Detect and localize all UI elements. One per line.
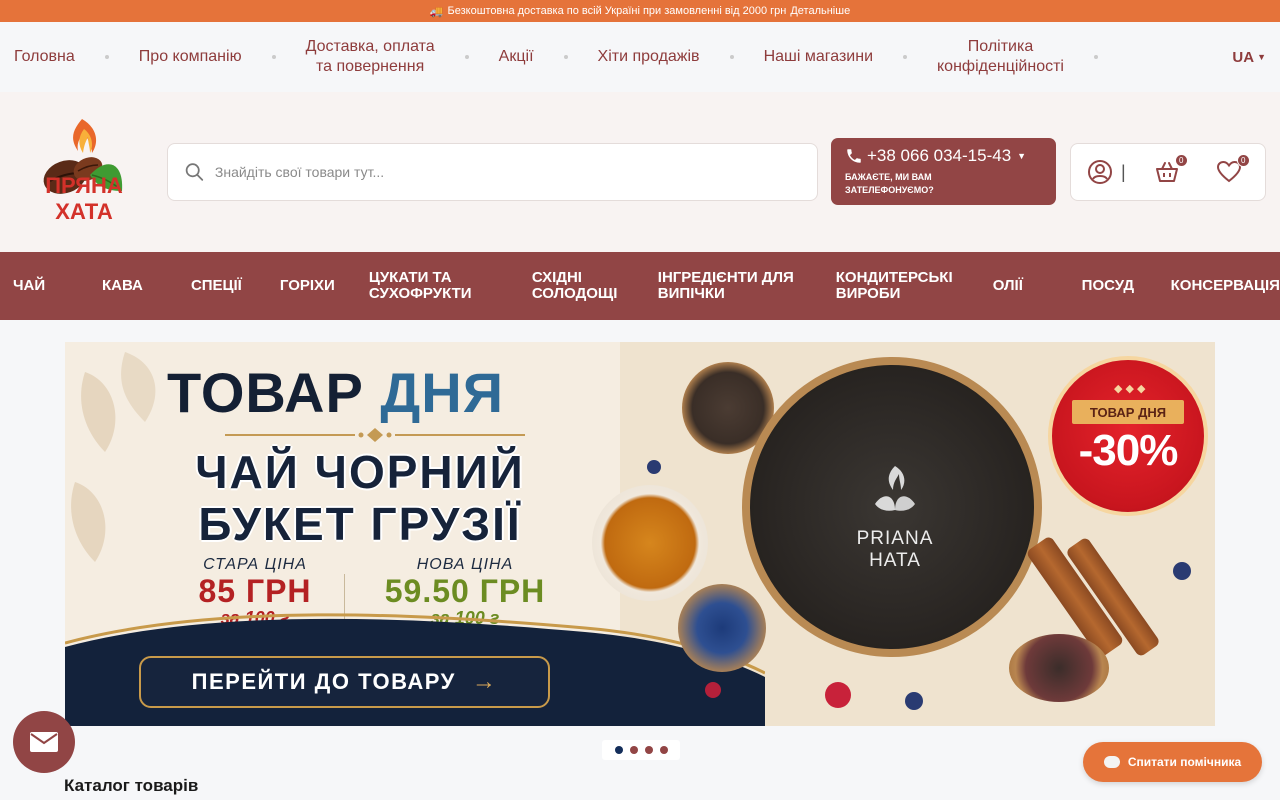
promo-text: Безкоштовна доставка по всій Україні при… — [447, 5, 787, 17]
slide-dot[interactable] — [659, 746, 668, 754]
nav-home[interactable]: Головна — [14, 47, 75, 67]
logo-text: ПРЯНА ХАТА — [45, 173, 123, 224]
category-oils[interactable]: Олії — [993, 278, 1082, 294]
category-nuts[interactable]: Горіхи — [280, 278, 369, 294]
wishlist-count-badge: 0 — [1236, 154, 1250, 167]
nav-separator — [1093, 55, 1098, 59]
slide-dot[interactable] — [644, 746, 653, 754]
phone-number: +38 066 034-15-43 — [867, 146, 1012, 165]
new-price-label: НОВА ЦІНА — [416, 556, 514, 573]
site-logo[interactable]: ПРЯНА ХАТА — [20, 117, 148, 227]
nav-separator — [104, 55, 109, 59]
chevron-down-icon: ▼ — [1257, 52, 1266, 62]
berry-image — [825, 682, 851, 708]
nav-delivery-line1: Доставка, оплата — [305, 38, 435, 55]
search-bar[interactable] — [167, 143, 818, 201]
banner-product-line2: БУКЕТ ГРУЗІЇ — [198, 498, 522, 550]
nav-bestsellers[interactable]: Хіти продажів — [598, 47, 700, 67]
site-header: ПРЯНА ХАТА +38 066 034-15-43 ▼ Бажаєте, … — [0, 92, 1280, 252]
category-oriental-sweets[interactable]: Східні солодощі — [532, 270, 658, 302]
language-switcher[interactable]: UA ▼ — [1232, 49, 1266, 66]
promo-details-link[interactable]: Детальніше — [790, 5, 850, 17]
nav-separator — [729, 55, 734, 59]
go-to-product-button[interactable]: ПЕРЕЙТИ ДО ТОВАРУ → — [139, 656, 550, 708]
ask-assistant-label: Спитати помічника — [1127, 755, 1242, 769]
nav-stores[interactable]: Наші магазини — [764, 47, 873, 67]
banner-product-line1: ЧАЙ ЧОРНИЙ — [195, 446, 525, 498]
divider: | — [1121, 161, 1126, 182]
promo-bar: 🚚 Безкоштовна доставка по всій Україні п… — [0, 0, 1280, 22]
berry-image — [647, 460, 661, 474]
category-dried-fruits[interactable]: Цукати та сухофрукти — [369, 270, 532, 302]
nav-privacy[interactable]: Політика конфіденційності — [937, 37, 1064, 77]
badge-ornament: ◆ ◆ ◆ — [1114, 383, 1146, 395]
berry-image — [705, 682, 721, 698]
user-actions: | 0 0 — [1070, 143, 1266, 201]
discount-value: -30% — [1078, 426, 1179, 475]
nav-privacy-line1: Політика — [967, 38, 1034, 55]
hero-banner[interactable]: ТОВАР ДНЯ ЧАЙ ЧОРНИЙ БУКЕТ ГРУЗІЇ СТАРА … — [65, 342, 1215, 726]
banner-title: ТОВАР ДНЯ — [167, 360, 504, 425]
callback-text: Бажаєте, ми вам зателефонуємо? — [845, 172, 934, 195]
slide-dot[interactable] — [614, 746, 623, 754]
deal-badge: ◆ ◆ ◆ ТОВАР ДНЯ -30% — [1048, 356, 1208, 516]
catalog-heading: Каталог товарів — [64, 776, 199, 795]
nav-about[interactable]: Про компанію — [139, 47, 242, 67]
nav-delivery-line2: та повернення — [316, 58, 425, 75]
product-brand-text: PRIANA HATA — [856, 528, 934, 571]
phone-icon — [847, 149, 861, 163]
truck-icon: 🚚 — [429, 5, 444, 18]
banner-product-name: ЧАЙ ЧОРНИЙ БУКЕТ ГРУЗІЇ — [175, 446, 545, 550]
category-baking-ingredients[interactable]: Інгредієнти для випічки — [658, 270, 836, 302]
nav-privacy-line2: конфіденційності — [937, 58, 1064, 75]
wishlist-button[interactable]: 0 — [1216, 154, 1250, 184]
contact-mail-button[interactable] — [13, 711, 75, 773]
nav-separator — [903, 55, 907, 59]
phone-contact[interactable]: +38 066 034-15-43 ▼ Бажаєте, ми вам зате… — [831, 138, 1056, 205]
banner-title-word1: ТОВАР — [167, 361, 364, 424]
category-tableware[interactable]: Посуд — [1082, 278, 1171, 294]
berry-image — [905, 692, 923, 710]
account-button[interactable] — [1087, 159, 1113, 185]
language-label: UA — [1232, 48, 1255, 66]
nav-separator — [271, 55, 276, 59]
tea-cup-image — [592, 485, 708, 601]
nav-separator — [464, 55, 469, 59]
product-brand-logo: PRIANA HATA — [830, 462, 960, 572]
blueberry-bowl-image — [678, 584, 766, 672]
berry-image — [1173, 562, 1191, 580]
deal-ribbon: ТОВАР ДНЯ — [1072, 400, 1184, 424]
slide-dot[interactable] — [629, 746, 638, 754]
herb-bowl-image — [1009, 634, 1109, 702]
slider-pagination — [602, 740, 680, 760]
nav-separator — [563, 55, 568, 59]
nav-promotions[interactable]: Акції — [499, 47, 534, 67]
ask-assistant-button[interactable]: Спитати помічника — [1083, 742, 1262, 782]
user-icon — [1088, 160, 1112, 184]
old-price-label: СТАРА ЦІНА — [203, 556, 307, 573]
chevron-down-icon: ▼ — [1017, 151, 1027, 161]
category-confectionery[interactable]: Кондитерські вироби — [836, 270, 993, 302]
search-icon — [185, 163, 204, 181]
cart-button[interactable]: 0 — [1154, 154, 1188, 184]
category-menu: Чай Кава Спеції Горіхи Цукати та сухофру… — [0, 252, 1280, 320]
ornament-divider-icon — [225, 428, 525, 442]
mail-icon — [30, 732, 58, 752]
arrow-right-icon: → — [471, 668, 498, 695]
banner-title-word2: ДНЯ — [380, 361, 504, 424]
cart-count-badge: 0 — [1174, 154, 1188, 167]
go-to-product-label: ПЕРЕЙТИ ДО ТОВАРУ — [191, 669, 456, 694]
chat-icon — [1103, 756, 1120, 768]
category-preserves[interactable]: Консервація — [1171, 278, 1280, 294]
top-nav: Головна Про компанію Доставка, оплата та… — [0, 22, 1280, 92]
leaf-logo-icon — [875, 466, 915, 511]
category-tea[interactable]: Чай — [13, 278, 102, 294]
search-input[interactable] — [214, 164, 801, 180]
category-coffee[interactable]: Кава — [102, 278, 191, 294]
category-spices[interactable]: Спеції — [191, 278, 280, 294]
nav-delivery[interactable]: Доставка, оплата та повернення — [306, 37, 435, 77]
